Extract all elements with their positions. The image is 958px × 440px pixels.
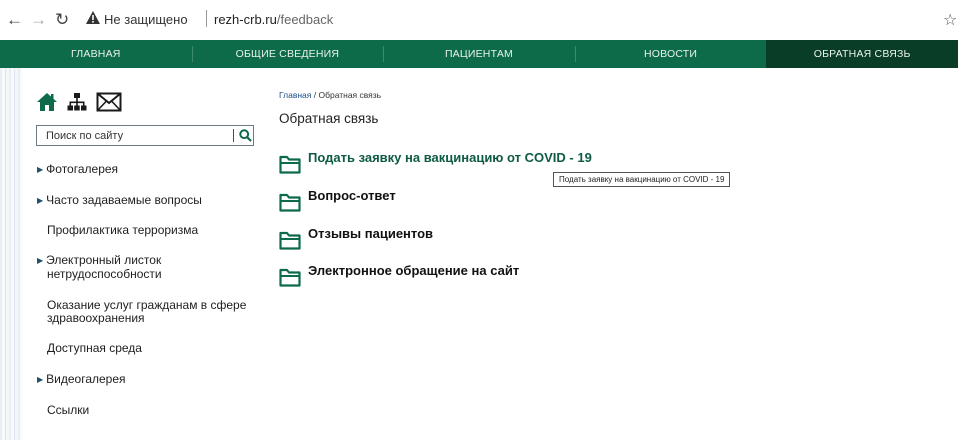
nav-news[interactable]: НОВОСТИ [574,40,767,68]
home-icon[interactable] [36,92,58,112]
bookmark-star-icon[interactable]: ☆ [943,10,957,30]
sidebar-item-photogallery[interactable]: ▶ Фотогалерея [37,163,118,177]
folder-label: Отзывы пациентов [308,226,434,241]
reload-icon[interactable]: ↻ [55,11,69,28]
breadcrumb-home[interactable]: Главная [279,90,311,100]
triangle-right-icon: ▶ [37,256,44,265]
folder-icon [279,155,301,174]
sitemap-icon[interactable] [67,92,87,112]
sidebar-item-label: здравоохранения [47,311,145,325]
nav-feedback[interactable]: ОБРАТНАЯ СВЯЗЬ [766,40,958,68]
folder-label: Вопрос-ответ [308,188,396,203]
sidebar-item-links[interactable]: Ссылки [47,404,89,417]
address-bar[interactable]: rezh-crb.ru/feedback [214,12,333,27]
sidebar-item-healthcare-services[interactable]: Оказание услуг гражданам в сфере здравоох… [47,299,246,325]
folder-icon [279,268,301,287]
url-divider [206,10,207,27]
forward-arrow-icon[interactable]: → [30,11,47,28]
sidebar-item-faq[interactable]: ▶ Часто задаваемые вопросы [37,194,202,208]
search-input[interactable] [37,126,233,145]
page-title: Обратная связь [279,111,379,126]
folder-icon [279,231,301,250]
nav-home[interactable]: ГЛАВНАЯ [0,40,192,68]
sidebar-item-label: Видеогалерея [46,372,126,386]
triangle-right-icon: ▶ [37,196,44,205]
tooltip: Подать заявку на вакцинацию от COVID - 1… [553,172,731,187]
security-label[interactable]: Не защищено [104,12,188,27]
nav-patients[interactable]: ПАЦИЕНТАМ [383,40,575,68]
folder-icon [279,193,301,212]
sidebar-item-label: Доступная среда [47,341,142,355]
browser-toolbar: ← → ↻ Не защищено rezh-crb.ru/feedback ☆ [0,0,958,40]
breadcrumb-separator: / [313,90,317,100]
triangle-right-icon: ▶ [37,375,44,384]
sidebar-item-label: нетрудоспособности [47,267,162,281]
breadcrumb-current: Обратная связь [318,90,382,100]
sidebar-item-label: Ссылки [47,403,90,417]
sidebar-item-label: Электронный листок [46,253,162,267]
url-host: rezh-crb.ru [214,12,277,27]
sidebar-item-label: Часто задаваемые вопросы [46,193,202,207]
sidebar-item-videogallery[interactable]: ▶ Видеогалерея [37,373,126,387]
folder-label: Подать заявку на вакцинацию от COVID - 1… [308,150,592,165]
sidebar-item-accessibility[interactable]: Доступная среда [47,342,142,355]
search-icon[interactable] [239,129,252,142]
sidebar-item-sick-leave[interactable]: ▶ Электронный листок нетрудоспособности [37,254,162,281]
breadcrumb: Главная / Обратная связь [279,90,381,100]
search-box [36,125,254,146]
triangle-right-icon: ▶ [37,165,44,174]
search-divider [233,129,234,142]
decorative-border [0,68,22,440]
sidebar-item-label: Оказание услуг гражданам в сфере [47,298,247,312]
main-nav: ГЛАВНАЯ ОБЩИЕ СВЕДЕНИЯ ПАЦИЕНТАМ НОВОСТИ… [0,40,958,68]
sidebar-item-label: Фотогалерея [46,162,119,176]
nav-general-info[interactable]: ОБЩИЕ СВЕДЕНИЯ [191,40,384,68]
back-arrow-icon[interactable]: ← [6,11,23,28]
url-path: /feedback [276,12,334,27]
sidebar-item-terrorism-prevention[interactable]: Профилактика терроризма [47,224,198,237]
sidebar-item-label: Профилактика терроризма [47,223,199,237]
mail-icon[interactable] [96,91,122,113]
folder-label: Электронное обращение на сайт [308,263,520,278]
warning-icon[interactable] [86,11,100,24]
